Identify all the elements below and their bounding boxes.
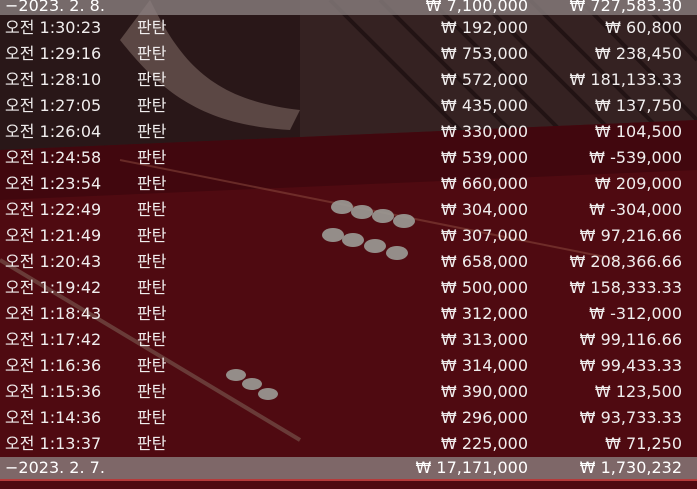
row-game: 판탄 xyxy=(137,278,167,297)
row-bet: ₩ 225,000 xyxy=(440,434,528,453)
row-bet: ₩ 500,000 xyxy=(440,278,528,297)
row-time: 오전 1:22:49 xyxy=(5,200,102,219)
history-row[interactable]: 오전 1:28:10 판탄 ₩ 572,000 ₩ 181,133.33 xyxy=(0,67,697,93)
row-game: 판탄 xyxy=(137,226,167,245)
row-game: 판탄 xyxy=(137,148,167,167)
row-game: 판탄 xyxy=(137,96,167,115)
history-row[interactable]: 오전 1:21:49 판탄 ₩ 307,000 ₩ 97,216.66 xyxy=(0,223,697,249)
row-bet: ₩ 313,000 xyxy=(440,330,528,349)
row-bet: ₩ 296,000 xyxy=(440,408,528,427)
row-time: 오전 1:24:58 xyxy=(5,148,102,167)
history-row[interactable]: 오전 1:17:42 판탄 ₩ 313,000 ₩ 99,116.66 xyxy=(0,327,697,353)
date-summary-row[interactable]: −2023. 2. 7. ₩ 17,171,000 ₩ 1,730,232 xyxy=(0,457,697,481)
row-time: 오전 1:23:54 xyxy=(5,174,102,193)
row-game: 판탄 xyxy=(137,434,167,453)
row-bet: ₩ 192,000 xyxy=(440,18,528,37)
row-bet: ₩ 660,000 xyxy=(440,174,528,193)
row-bet: ₩ 304,000 xyxy=(440,200,528,219)
row-bet: ₩ 539,000 xyxy=(440,148,528,167)
history-row[interactable]: 오전 1:26:04 판탄 ₩ 330,000 ₩ 104,500 xyxy=(0,119,697,145)
row-bet: ₩ 312,000 xyxy=(440,304,528,323)
summary-bet-total: ₩ 17,171,000 xyxy=(415,458,528,477)
history-row[interactable]: 오전 1:19:42 판탄 ₩ 500,000 ₩ 158,333.33 xyxy=(0,275,697,301)
summary-bet-total: ₩ 7,100,000 xyxy=(425,0,528,15)
history-row[interactable]: 오전 1:20:43 판탄 ₩ 658,000 ₩ 208,366.66 xyxy=(0,249,697,275)
history-row[interactable]: 오전 1:29:16 판탄 ₩ 753,000 ₩ 238,450 xyxy=(0,41,697,67)
row-win: ₩ 93,733.33 xyxy=(579,408,682,427)
row-game: 판탄 xyxy=(137,330,167,349)
row-win: ₩ 181,133.33 xyxy=(569,70,682,89)
row-time: 오전 1:27:05 xyxy=(5,96,102,115)
row-win: ₩ -539,000 xyxy=(589,148,682,167)
row-time: 오전 1:20:43 xyxy=(5,252,102,271)
row-time: 오전 1:18:43 xyxy=(5,304,102,323)
row-bet: ₩ 753,000 xyxy=(440,44,528,63)
row-win: ₩ 158,333.33 xyxy=(569,278,682,297)
history-list: −2023. 2. 8. ₩ 7,100,000 ₩ 727,583.30 오전… xyxy=(0,0,697,481)
row-time: 오전 1:26:04 xyxy=(5,122,102,141)
row-win: ₩ 137,750 xyxy=(594,96,682,115)
history-row[interactable]: 오전 1:24:58 판탄 ₩ 539,000 ₩ -539,000 xyxy=(0,145,697,171)
row-game: 판탄 xyxy=(137,18,167,37)
row-time: 오전 1:29:16 xyxy=(5,44,102,63)
row-time: 오전 1:16:36 xyxy=(5,356,102,375)
row-win: ₩ 60,800 xyxy=(605,18,682,37)
row-game: 판탄 xyxy=(137,304,167,323)
row-bet: ₩ 390,000 xyxy=(440,382,528,401)
row-game: 판탄 xyxy=(137,356,167,375)
row-game: 판탄 xyxy=(137,122,167,141)
date-summary-row[interactable]: −2023. 2. 8. ₩ 7,100,000 ₩ 727,583.30 xyxy=(0,0,697,15)
game-history-screen: −2023. 2. 8. ₩ 7,100,000 ₩ 727,583.30 오전… xyxy=(0,0,697,489)
history-row[interactable]: 오전 1:23:54 판탄 ₩ 660,000 ₩ 209,000 xyxy=(0,171,697,197)
summary-date: −2023. 2. 7. xyxy=(5,458,105,477)
row-bet: ₩ 330,000 xyxy=(440,122,528,141)
history-row[interactable]: 오전 1:16:36 판탄 ₩ 314,000 ₩ 99,433.33 xyxy=(0,353,697,379)
row-time: 오전 1:28:10 xyxy=(5,70,102,89)
row-time: 오전 1:30:23 xyxy=(5,18,102,37)
history-row[interactable]: 오전 1:30:23 판탄 ₩ 192,000 ₩ 60,800 xyxy=(0,15,697,41)
row-bet: ₩ 307,000 xyxy=(440,226,528,245)
row-bet: ₩ 658,000 xyxy=(440,252,528,271)
row-game: 판탄 xyxy=(137,408,167,427)
row-win: ₩ 123,500 xyxy=(594,382,682,401)
row-win: ₩ 209,000 xyxy=(594,174,682,193)
row-win: ₩ -304,000 xyxy=(589,200,682,219)
history-row[interactable]: 오전 1:14:36 판탄 ₩ 296,000 ₩ 93,733.33 xyxy=(0,405,697,431)
row-win: ₩ 99,116.66 xyxy=(579,330,682,349)
row-game: 판탄 xyxy=(137,252,167,271)
row-win: ₩ 99,433.33 xyxy=(579,356,682,375)
row-game: 판탄 xyxy=(137,44,167,63)
summary-win-total: ₩ 1,730,232 xyxy=(579,458,682,477)
row-bet: ₩ 572,000 xyxy=(440,70,528,89)
row-win: ₩ 97,216.66 xyxy=(579,226,682,245)
row-win: ₩ 238,450 xyxy=(594,44,682,63)
row-time: 오전 1:19:42 xyxy=(5,278,102,297)
row-time: 오전 1:13:37 xyxy=(5,434,102,453)
row-win: ₩ 208,366.66 xyxy=(569,252,682,271)
row-bet: ₩ 314,000 xyxy=(440,356,528,375)
row-time: 오전 1:17:42 xyxy=(5,330,102,349)
history-row[interactable]: 오전 1:22:49 판탄 ₩ 304,000 ₩ -304,000 xyxy=(0,197,697,223)
row-game: 판탄 xyxy=(137,174,167,193)
history-row[interactable]: 오전 1:18:43 판탄 ₩ 312,000 ₩ -312,000 xyxy=(0,301,697,327)
row-time: 오전 1:21:49 xyxy=(5,226,102,245)
row-time: 오전 1:14:36 xyxy=(5,408,102,427)
summary-date: −2023. 2. 8. xyxy=(5,0,105,15)
summary-win-total: ₩ 727,583.30 xyxy=(569,0,682,15)
row-bet: ₩ 435,000 xyxy=(440,96,528,115)
row-game: 판탄 xyxy=(137,70,167,89)
row-win: ₩ -312,000 xyxy=(589,304,682,323)
row-time: 오전 1:15:36 xyxy=(5,382,102,401)
row-win: ₩ 104,500 xyxy=(594,122,682,141)
history-row[interactable]: 오전 1:15:36 판탄 ₩ 390,000 ₩ 123,500 xyxy=(0,379,697,405)
row-win: ₩ 71,250 xyxy=(605,434,682,453)
history-row[interactable]: 오전 1:27:05 판탄 ₩ 435,000 ₩ 137,750 xyxy=(0,93,697,119)
row-game: 판탄 xyxy=(137,382,167,401)
row-game: 판탄 xyxy=(137,200,167,219)
history-row[interactable]: 오전 1:13:37 판탄 ₩ 225,000 ₩ 71,250 xyxy=(0,431,697,457)
